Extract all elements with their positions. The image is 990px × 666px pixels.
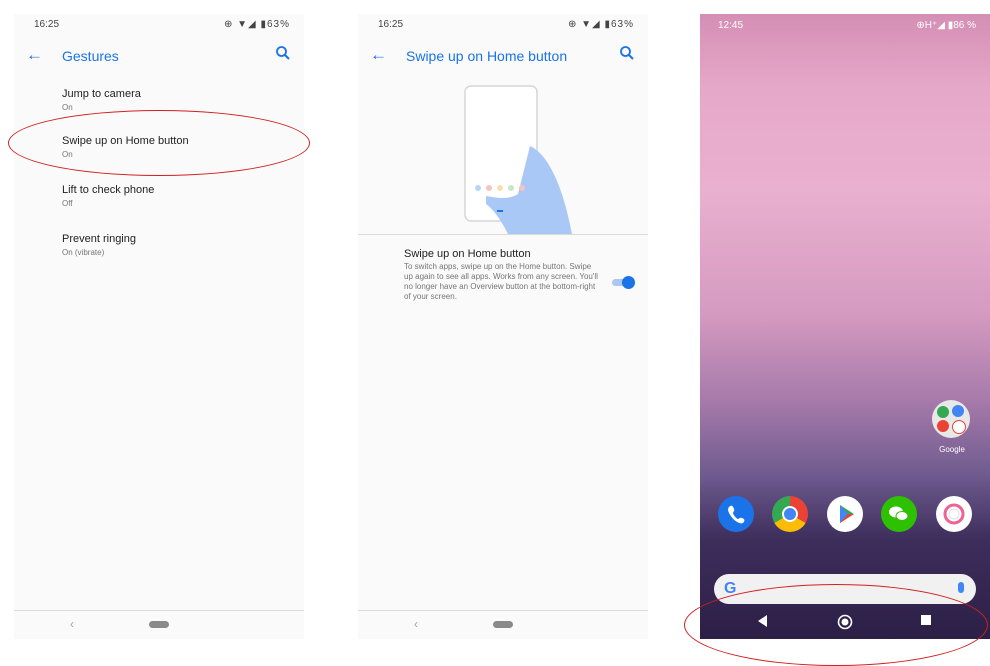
maps-icon: [937, 406, 949, 418]
phone-icon[interactable]: [718, 496, 754, 532]
setting-description: To switch apps, swipe up on the Home but…: [404, 262, 598, 301]
play-store-icon[interactable]: [827, 496, 863, 532]
item-title: Lift to check phone: [62, 184, 155, 196]
home-icon[interactable]: [837, 614, 853, 630]
camera-icon[interactable]: [936, 496, 972, 532]
back-arrow-icon[interactable]: ←: [26, 45, 43, 65]
youtube-icon: [937, 420, 949, 432]
google-search-bar[interactable]: G: [714, 574, 976, 604]
list-item-lift-to-check[interactable]: Lift to check phone Off: [62, 184, 282, 208]
recents-icon[interactable]: [920, 614, 932, 626]
setting-title: Swipe up on Home button: [404, 248, 531, 260]
nav-bar: [700, 603, 990, 639]
item-subtitle: On: [62, 150, 73, 159]
status-bar: 16:25 ⊕ ▼◢ ▮63%: [358, 14, 648, 36]
item-title: Jump to camera: [62, 88, 141, 100]
back-arrow-icon[interactable]: ←: [370, 45, 387, 65]
wechat-icon[interactable]: [881, 496, 917, 532]
toggle-knob: [622, 276, 635, 289]
status-icons: ⊕H⁺◢ ▮86 %: [916, 20, 976, 31]
home-pill-icon[interactable]: [149, 621, 169, 628]
status-icons: ⊕ ▼◢ ▮63%: [223, 19, 290, 30]
folder-label: Google: [939, 445, 965, 454]
mic-icon[interactable]: [958, 582, 964, 593]
nav-bar: ‹: [358, 611, 648, 639]
back-icon[interactable]: [756, 614, 768, 628]
app-bar: ← Gestures: [14, 36, 304, 76]
item-title: Prevent ringing: [62, 233, 136, 245]
page-title: Gestures: [62, 48, 119, 64]
drive-icon: [952, 405, 964, 417]
list-item-jump-to-camera[interactable]: Jump to camera On: [62, 88, 282, 112]
item-subtitle: Off: [62, 199, 73, 208]
status-bar: 12:45 ⊕H⁺◢ ▮86 %: [700, 14, 990, 36]
gesture-illustration: [464, 85, 572, 234]
swipe-up-screen: 16:25 ⊕ ▼◢ ▮63% ← Swipe up on Home butto…: [358, 14, 648, 639]
app-bar: ← Swipe up on Home button: [358, 36, 648, 76]
status-time: 16:25: [378, 19, 404, 30]
swipe-up-toggle[interactable]: [612, 276, 635, 289]
list-item-swipe-up-home[interactable]: Swipe up on Home button On: [62, 135, 282, 159]
status-time: 12:45: [718, 20, 744, 31]
google-folder[interactable]: [932, 400, 970, 438]
illustration-divider: [358, 234, 648, 235]
status-time: 16:25: [34, 19, 60, 30]
page-title: Swipe up on Home button: [406, 48, 568, 64]
nav-bar: ‹: [14, 611, 304, 639]
nav-back-icon[interactable]: ‹: [414, 617, 418, 631]
item-title: Swipe up on Home button: [62, 135, 189, 147]
gmail-icon: [952, 420, 966, 434]
google-logo: G: [724, 580, 737, 597]
nav-back-icon[interactable]: ‹: [70, 617, 74, 631]
item-subtitle: On: [62, 103, 73, 112]
status-bar: 16:25 ⊕ ▼◢ ▮63%: [14, 14, 304, 36]
search-icon[interactable]: [274, 44, 292, 62]
home-screen: 12:45 ⊕H⁺◢ ▮86 % Google G: [700, 14, 990, 639]
item-subtitle: On (vibrate): [62, 248, 105, 257]
chrome-icon[interactable]: [772, 496, 808, 532]
search-icon[interactable]: [618, 44, 636, 62]
home-pill-icon[interactable]: [493, 621, 513, 628]
status-icons: ⊕ ▼◢ ▮63%: [567, 19, 634, 30]
gestures-screen: 16:25 ⊕ ▼◢ ▮63% ← Gestures Jump to camer…: [14, 14, 304, 639]
list-item-prevent-ringing[interactable]: Prevent ringing On (vibrate): [62, 233, 282, 257]
